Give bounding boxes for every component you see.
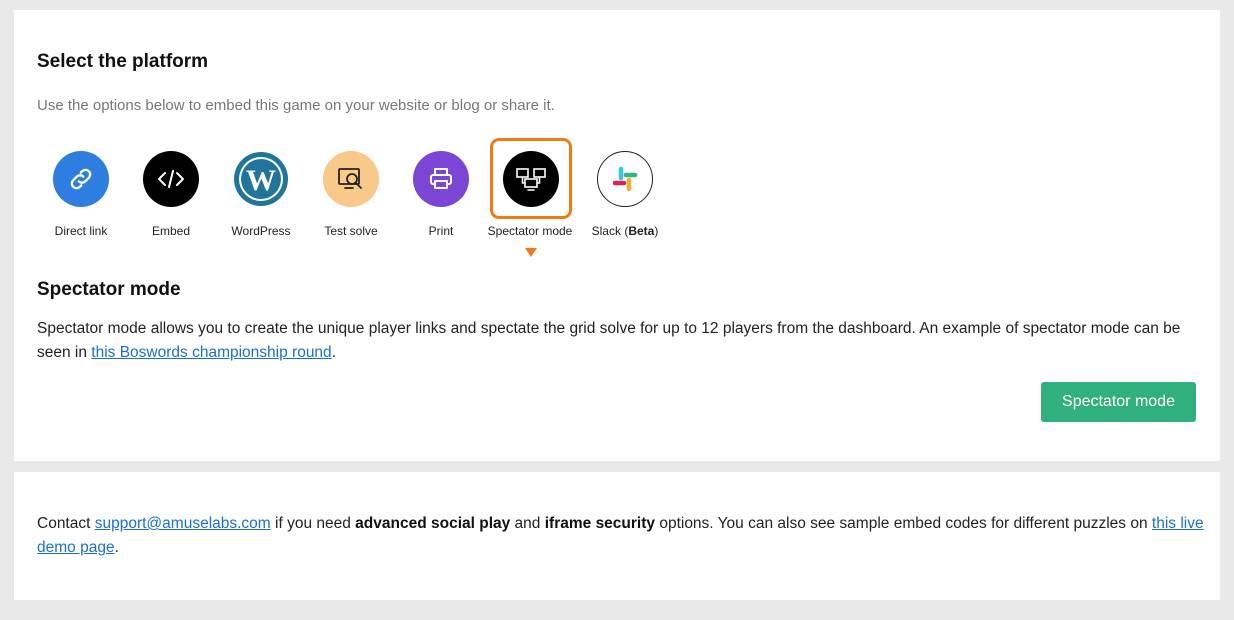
link-icon	[53, 151, 109, 207]
selected-caret-icon	[525, 248, 537, 257]
platform-direct-link[interactable]: Direct link	[36, 137, 126, 249]
printer-icon	[413, 151, 469, 207]
svg-text:W: W	[246, 164, 276, 197]
platform-print[interactable]: Print	[396, 137, 486, 249]
slack-icon	[597, 151, 653, 207]
contact-card: Contact support@amuselabs.com if you nee…	[14, 472, 1220, 600]
platform-label: Spectator mode	[487, 224, 573, 238]
spectator-icon	[503, 151, 559, 207]
test-solve-icon	[323, 151, 379, 207]
spectator-description: Spectator mode allows you to create the …	[37, 320, 1181, 361]
platform-embed[interactable]: Embed	[126, 137, 216, 249]
support-email-link[interactable]: support@amuselabs.com	[95, 515, 271, 532]
platform-slack[interactable]: Slack (Beta)	[580, 137, 670, 249]
contact-text: Contact support@amuselabs.com if you nee…	[37, 515, 1204, 556]
championship-link[interactable]: this Boswords championship round	[91, 344, 331, 361]
code-icon	[143, 151, 199, 207]
platform-wordpress[interactable]: W WordPress	[216, 137, 306, 249]
spectator-mode-button[interactable]: Spectator mode	[1041, 382, 1196, 422]
platform-label: Slack (Beta)	[591, 224, 659, 238]
platform-spectator-mode[interactable]: Spectator mode	[488, 137, 579, 249]
platform-test-solve[interactable]: Test solve	[306, 137, 396, 249]
platform-card: Select the platform Use the options belo…	[14, 10, 1220, 461]
spectator-title: Spectator mode	[37, 279, 181, 300]
platform-options: Direct link Embed W WordPress Test solve…	[14, 10, 1220, 270]
wordpress-icon: W	[233, 151, 289, 207]
